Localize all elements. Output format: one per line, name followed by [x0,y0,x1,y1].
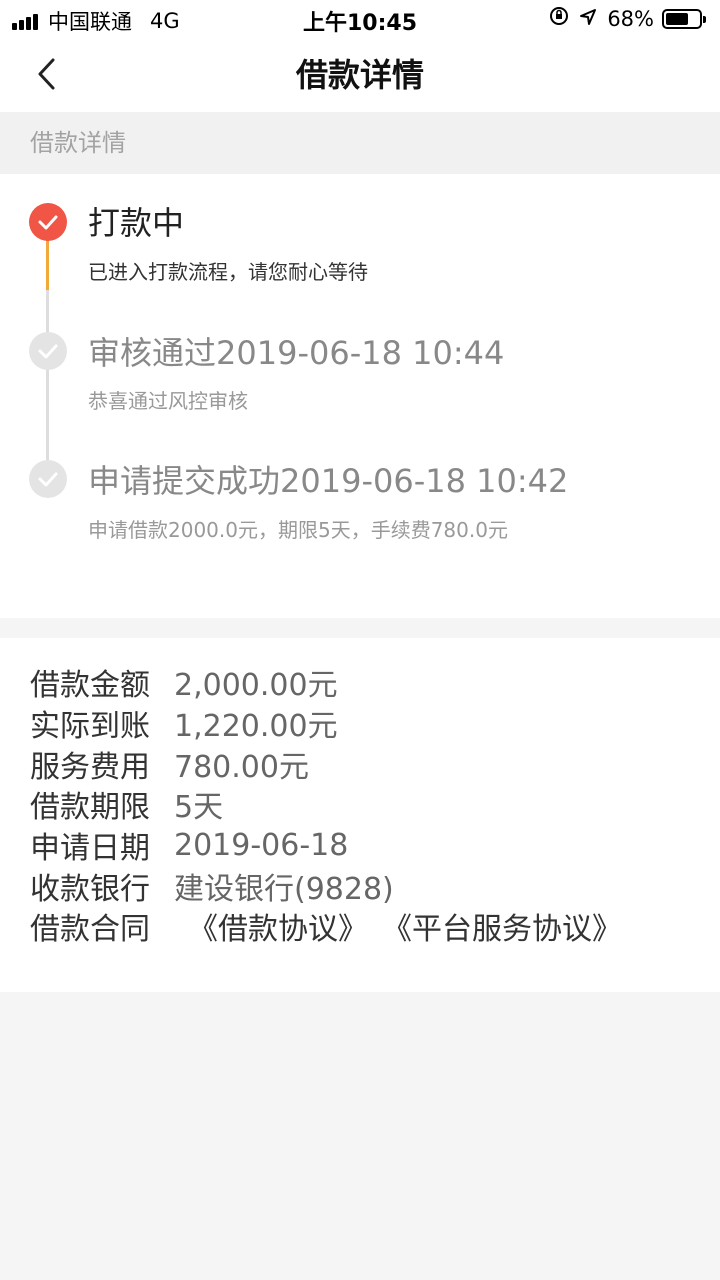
timeline-step-title: 打款中 [88,204,185,242]
detail-value: 2019-06-18 [174,827,349,863]
location-arrow-icon [579,7,597,31]
loan-details: 借款金额 2,000.00元 实际到账 1,220.00元 服务费用 780.0… [0,638,720,992]
timeline-step-subtitle: 已进入打款流程，请您耐心等待 [88,260,368,284]
detail-row: 收款银行 建设银行(9828) [0,865,720,907]
detail-row: 服务费用 780.00元 [0,743,720,785]
orientation-lock-icon [549,6,569,31]
detail-value: 建设银行(9828) [174,871,394,907]
detail-row: 实际到账 1,220.00元 [0,703,720,744]
check-icon [29,203,67,241]
detail-value: 1,220.00元 [174,709,338,745]
timeline-step-subtitle: 申请借款2000.0元，期限5天，手续费780.0元 [88,518,508,542]
timeline-step-subtitle: 恭喜通过风控审核 [88,389,248,413]
battery-fill [666,12,688,25]
status-bar: 中国联通 4G 上午10:45 68% [0,0,720,36]
timeline-card: 打款中 已进入打款流程，请您耐心等待 审核通过2019-06-18 10:44 … [0,174,720,618]
loan-agreement-link[interactable]: 《借款协议》 [188,904,368,948]
detail-value: 780.00元 [174,749,309,785]
detail-label: 实际到账 [30,709,150,745]
detail-label: 申请日期 [30,831,150,867]
detail-label: 服务费用 [30,749,150,785]
contract-label: 借款合同 [30,912,150,948]
detail-label: 收款银行 [30,871,150,907]
navigation-bar: 借款详情 [0,36,720,112]
check-icon [29,460,67,498]
detail-value: 2,000.00元 [174,668,338,704]
detail-label: 借款期限 [30,790,150,826]
timeline-step-title: 审核通过2019-06-18 10:44 [88,334,505,372]
section-header: 借款详情 [0,112,720,174]
timeline-line [46,290,49,476]
page-title: 借款详情 [295,56,424,94]
timeline-step-title: 申请提交成功2019-06-18 10:42 [88,462,569,500]
battery-percent: 68% [607,6,654,31]
battery-icon [662,8,706,29]
check-icon [29,332,67,370]
detail-label: 借款金额 [30,668,150,704]
platform-service-agreement-link[interactable]: 《平台服务协议》 [382,904,622,948]
detail-row: 借款金额 2,000.00元 [0,662,720,703]
detail-value: 5天 [174,790,224,826]
contract-row: 借款合同 《借款协议》 《平台服务协议》 [0,906,720,947]
detail-row: 申请日期 2019-06-18 [0,825,720,867]
detail-row: 借款期限 5天 [0,784,720,825]
status-right: 68% [549,6,706,31]
